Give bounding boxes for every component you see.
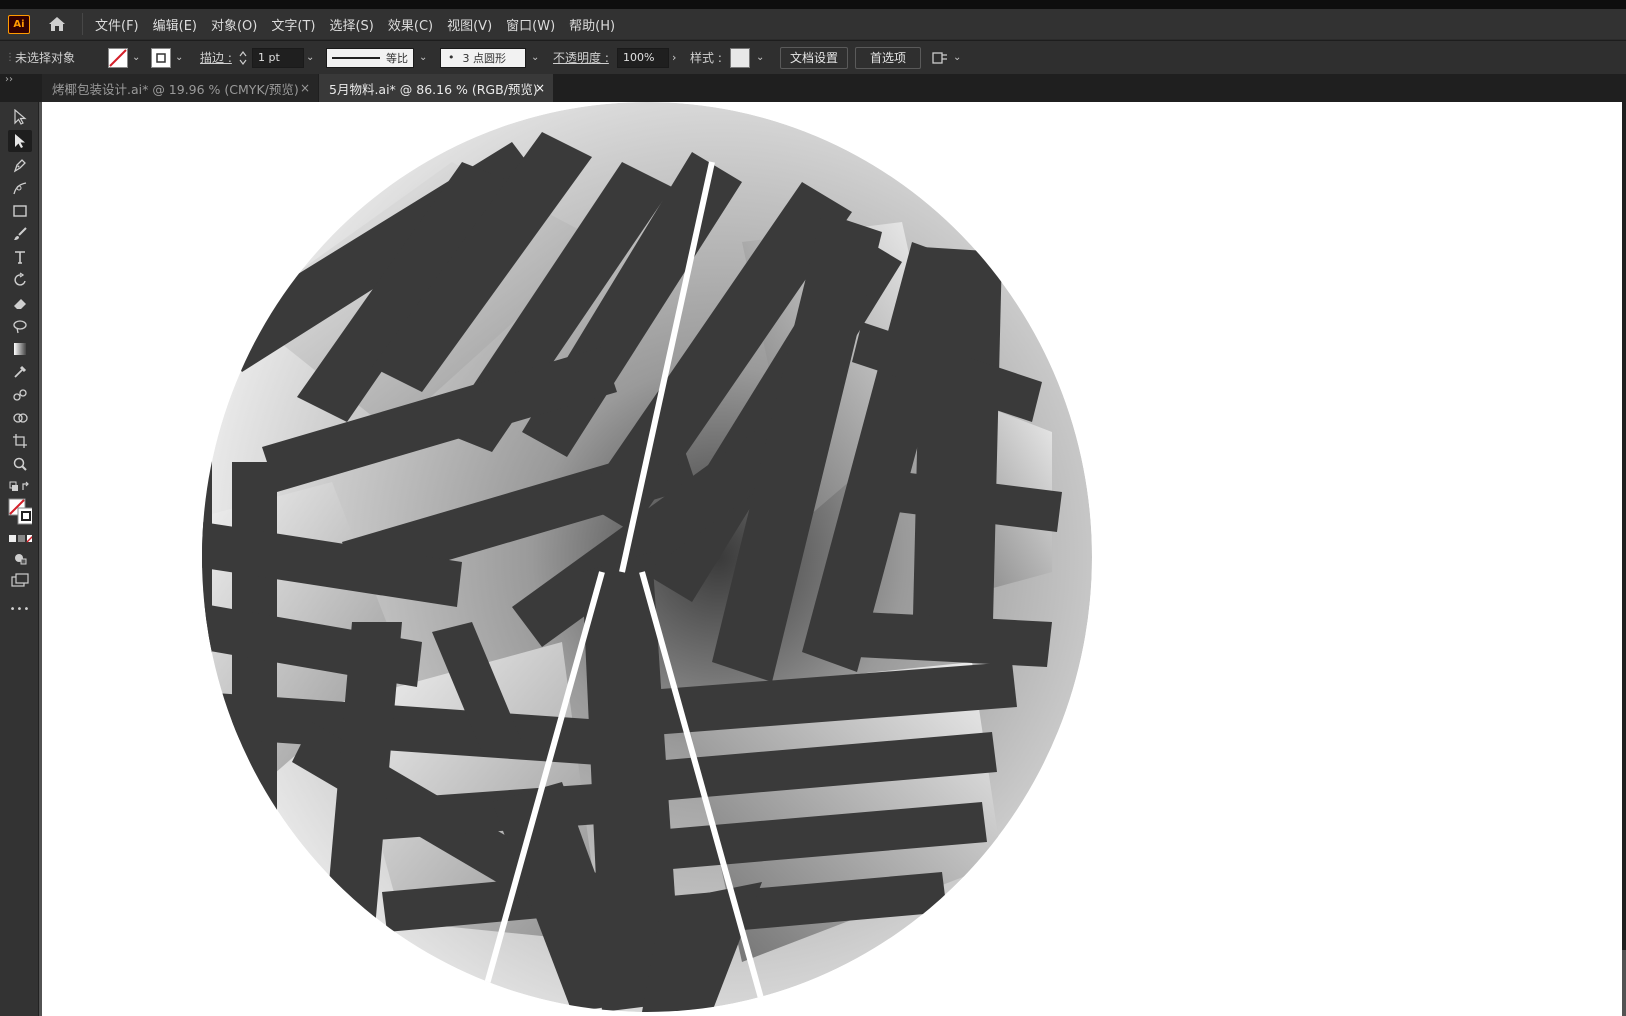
fill-dropdown-chevron-icon[interactable]: ⌄ xyxy=(132,41,140,74)
zoom-tool-icon[interactable] xyxy=(8,453,32,475)
brush-label: 3 点圆形 xyxy=(462,51,507,65)
home-icon[interactable] xyxy=(46,13,68,35)
fill-swatch[interactable] xyxy=(108,41,128,74)
shape-builder-tool-icon[interactable] xyxy=(8,407,32,429)
gradient-tool-icon[interactable] xyxy=(8,338,32,360)
curvature-tool-icon[interactable] xyxy=(8,177,32,199)
menu-effect[interactable]: 效果(C) xyxy=(388,15,433,34)
opacity-arrow-icon[interactable]: › xyxy=(672,41,676,74)
menu-divider xyxy=(82,13,83,35)
pen-tool-icon[interactable] xyxy=(8,154,32,176)
fill-stroke-color-icon[interactable] xyxy=(8,498,32,526)
artboard-tool-icon[interactable] xyxy=(8,430,32,452)
brush-chevron-icon[interactable]: ⌄ xyxy=(531,41,539,74)
menu-help[interactable]: 帮助(H) xyxy=(569,15,615,34)
grip-icon: ⋮ xyxy=(5,52,15,63)
opacity-field[interactable]: 100% xyxy=(617,47,669,68)
lasso-tool-icon[interactable] xyxy=(8,315,32,337)
app-logo: Ai xyxy=(8,14,30,34)
stroke-profile-chevron-icon[interactable]: ⌄ xyxy=(419,41,427,74)
rectangle-tool-icon[interactable] xyxy=(8,200,32,222)
paintbrush-tool-icon[interactable] xyxy=(8,223,32,245)
tab-document-2[interactable]: 5月物料.ai* @ 86.16 % (RGB/预览) × xyxy=(319,74,553,102)
tab-label: 烤椰包装设计.ai* @ 19.96 % (CMYK/预览) xyxy=(52,81,299,97)
preferences-button[interactable]: 首选项 xyxy=(855,46,921,69)
eyedropper-tool-icon[interactable] xyxy=(8,361,32,383)
style-label: 样式 : xyxy=(690,51,722,65)
drawing-mode-icon[interactable] xyxy=(8,547,32,569)
selection-status: 未选择对象 xyxy=(15,51,76,65)
close-icon[interactable]: × xyxy=(535,81,545,95)
swap-default-colors-icon[interactable] xyxy=(8,476,32,498)
control-bar: ⋮ 未选择对象 ⌄ ⌄ 描边 : 1 pt ⌄ 等比 ⌄ • 3 点圆形 ⌄ 不… xyxy=(0,40,1626,75)
stroke-profile-select[interactable]: 等比 xyxy=(326,41,414,74)
stroke-label[interactable]: 描边 : xyxy=(200,41,232,74)
tab-document-1[interactable]: 烤椰包装设计.ai* @ 19.96 % (CMYK/预览) × xyxy=(42,74,318,102)
window-top-edge xyxy=(0,0,1626,9)
opacity-label[interactable]: 不透明度 : xyxy=(553,41,609,74)
menu-view[interactable]: 视图(V) xyxy=(447,15,492,34)
tools-panel: ›› ••• xyxy=(0,74,39,1016)
stroke-weight-chevron-icon[interactable]: ⌄ xyxy=(306,41,314,74)
lettering-sphere-artwork[interactable] xyxy=(42,102,1622,1016)
selection-tool-icon[interactable] xyxy=(8,106,32,128)
direct-selection-tool-icon[interactable] xyxy=(8,130,32,152)
menu-file[interactable]: 文件(F) xyxy=(95,15,139,34)
menu-object[interactable]: 对象(O) xyxy=(211,15,257,34)
brush-select[interactable]: • 3 点圆形 xyxy=(440,41,526,74)
stroke-stepper-icon[interactable] xyxy=(238,41,248,74)
rotate-tool-icon[interactable] xyxy=(8,269,32,291)
stroke-swatch[interactable] xyxy=(151,41,171,74)
tab-label: 5月物料.ai* @ 86.16 % (RGB/预览) xyxy=(329,81,538,97)
arrange-chevron-icon[interactable]: ⌄ xyxy=(953,41,961,74)
stroke-profile-label: 等比 xyxy=(386,51,408,65)
profile-line-icon xyxy=(332,56,380,59)
arrange-documents-icon[interactable] xyxy=(931,41,949,74)
menu-bar: Ai 文件(F) 编辑(E) 对象(O) 文字(T) 选择(S) 效果(C) 视… xyxy=(0,9,1626,39)
collapse-panel-icon[interactable]: ›› xyxy=(5,74,13,85)
eraser-tool-icon[interactable] xyxy=(8,292,32,314)
stroke-weight-field[interactable]: 1 pt xyxy=(252,47,304,68)
menu-edit[interactable]: 编辑(E) xyxy=(153,15,197,34)
close-icon[interactable]: × xyxy=(300,81,310,95)
style-chevron-icon[interactable]: ⌄ xyxy=(756,41,764,74)
stroke-dropdown-chevron-icon[interactable]: ⌄ xyxy=(175,41,183,74)
menu-select[interactable]: 选择(S) xyxy=(329,15,373,34)
document-tab-bar: 烤椰包装设计.ai* @ 19.96 % (CMYK/预览) × 5月物料.ai… xyxy=(0,74,1626,102)
vertical-scrollbar[interactable] xyxy=(1622,102,1626,950)
more-tools-icon[interactable]: ••• xyxy=(8,598,32,620)
style-swatch[interactable] xyxy=(730,41,750,74)
screen-mode-icon[interactable] xyxy=(8,569,32,591)
menu-type[interactable]: 文字(T) xyxy=(271,15,315,34)
doc-settings-button[interactable]: 文档设置 xyxy=(780,46,848,69)
brush-dot-icon: • xyxy=(448,51,455,64)
menu-window[interactable]: 窗口(W) xyxy=(506,15,555,34)
blend-tool-icon[interactable] xyxy=(8,384,32,406)
type-tool-icon[interactable] xyxy=(8,246,32,268)
